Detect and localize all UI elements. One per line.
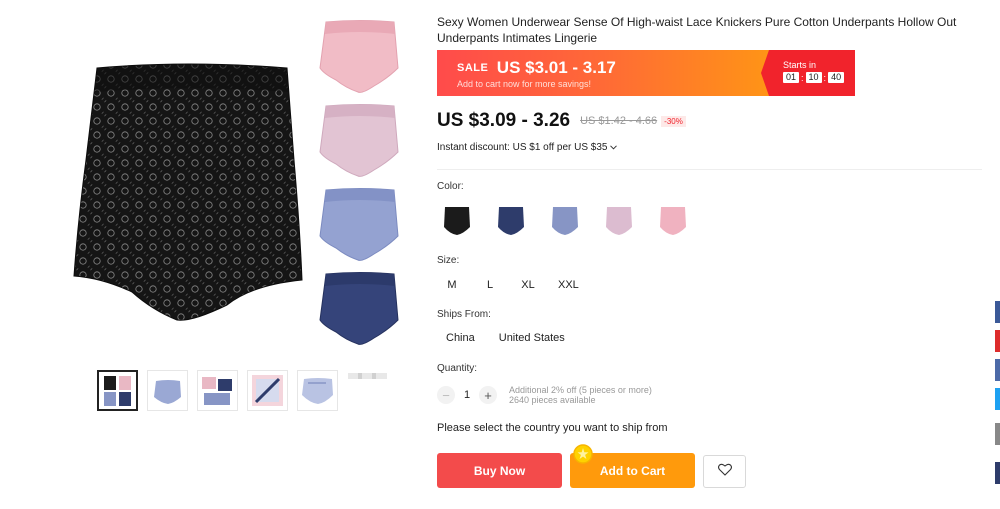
main-product-image[interactable] bbox=[62, 30, 312, 330]
divider bbox=[437, 169, 982, 170]
size-option-xl[interactable]: XL bbox=[513, 275, 543, 295]
thumbnail-2[interactable] bbox=[147, 370, 188, 411]
timer-hours: 01 bbox=[783, 72, 800, 83]
thumbnail-3[interactable] bbox=[197, 370, 238, 411]
facebook-share-icon[interactable] bbox=[995, 301, 1000, 323]
size-option-m[interactable]: M bbox=[437, 275, 467, 295]
thumbnail-strip bbox=[97, 370, 388, 411]
ships-from-china[interactable]: China bbox=[437, 328, 484, 348]
buy-now-button[interactable]: Buy Now bbox=[437, 453, 562, 488]
timer-minutes: 10 bbox=[805, 72, 822, 83]
quantity-stepper: − 1 + Additional 2% off (5 pieces or mor… bbox=[437, 385, 652, 405]
starts-in-label: Starts in bbox=[783, 60, 817, 70]
countdown-timer: 01 : 10 : 40 bbox=[783, 72, 855, 83]
size-label: Size: bbox=[437, 255, 460, 266]
heart-icon bbox=[717, 463, 732, 481]
size-options: M L XL XXL bbox=[437, 275, 586, 295]
color-swatches bbox=[437, 203, 693, 239]
color-swatch-pink[interactable] bbox=[653, 203, 693, 239]
color-swatch-black[interactable] bbox=[437, 203, 477, 239]
thumbnail-4[interactable] bbox=[247, 370, 288, 411]
ships-from-united-states[interactable]: United States bbox=[490, 328, 574, 348]
sale-banner: SALE US $3.01 - 3.17 Add to cart now for… bbox=[437, 50, 855, 96]
instant-discount-text: Instant discount: US $1 off per US $35 bbox=[437, 142, 608, 153]
wishlist-button[interactable] bbox=[703, 455, 746, 488]
side-image-light-blue[interactable] bbox=[318, 186, 402, 266]
share-icon[interactable] bbox=[995, 462, 1000, 484]
thumbnail-1[interactable] bbox=[97, 370, 138, 411]
sale-subtitle: Add to cart now for more savings! bbox=[457, 79, 592, 89]
color-label: Color: bbox=[437, 181, 464, 192]
discount-badge: -30% bbox=[661, 115, 686, 127]
quantity-discount-note: Additional 2% off (5 pieces or more) bbox=[509, 385, 652, 395]
product-title: Sexy Women Underwear Sense Of High-waist… bbox=[437, 15, 957, 45]
coin-icon bbox=[572, 443, 594, 465]
size-option-xxl[interactable]: XXL bbox=[551, 275, 586, 295]
chevron-down-icon bbox=[610, 142, 618, 153]
current-price: US $3.09 - 3.26 bbox=[437, 110, 571, 131]
sale-label: SALE bbox=[457, 62, 489, 74]
twitter-share-icon[interactable] bbox=[995, 388, 1000, 410]
thumbnail-5[interactable] bbox=[297, 370, 338, 411]
size-option-l[interactable]: L bbox=[475, 275, 505, 295]
instant-discount[interactable]: Instant discount: US $1 off per US $35 bbox=[437, 142, 618, 153]
ships-from-options: China United States bbox=[437, 328, 574, 348]
quantity-available-note: 2640 pieces available bbox=[509, 395, 596, 405]
original-price: US $1.42 - 4.66 bbox=[580, 115, 658, 127]
side-image-pink[interactable] bbox=[318, 18, 402, 98]
side-image-navy[interactable] bbox=[318, 270, 402, 350]
thumbnail-6[interactable] bbox=[347, 370, 388, 382]
ships-from-label: Ships From: bbox=[437, 309, 491, 320]
color-swatch-light-blue[interactable] bbox=[545, 203, 585, 239]
price-row: US $3.09 - 3.26 US $1.42 - 4.66 -30% bbox=[437, 110, 686, 132]
quantity-increase-button[interactable]: + bbox=[479, 386, 497, 404]
quantity-value[interactable]: 1 bbox=[455, 389, 479, 401]
pinterest-share-icon[interactable] bbox=[995, 330, 1000, 352]
vk-share-icon[interactable] bbox=[995, 359, 1000, 381]
quantity-label: Quantity: bbox=[437, 363, 478, 374]
color-swatch-light-pink[interactable] bbox=[599, 203, 639, 239]
timer-seconds: 40 bbox=[828, 72, 845, 83]
side-image-light-pink[interactable] bbox=[318, 102, 402, 182]
ship-country-message: Please select the country you want to sh… bbox=[437, 422, 668, 434]
quantity-decrease-button[interactable]: − bbox=[437, 386, 455, 404]
sale-price: US $3.01 - 3.17 bbox=[496, 58, 616, 77]
color-swatch-navy[interactable] bbox=[491, 203, 531, 239]
more-share-icon[interactable] bbox=[995, 423, 1000, 445]
